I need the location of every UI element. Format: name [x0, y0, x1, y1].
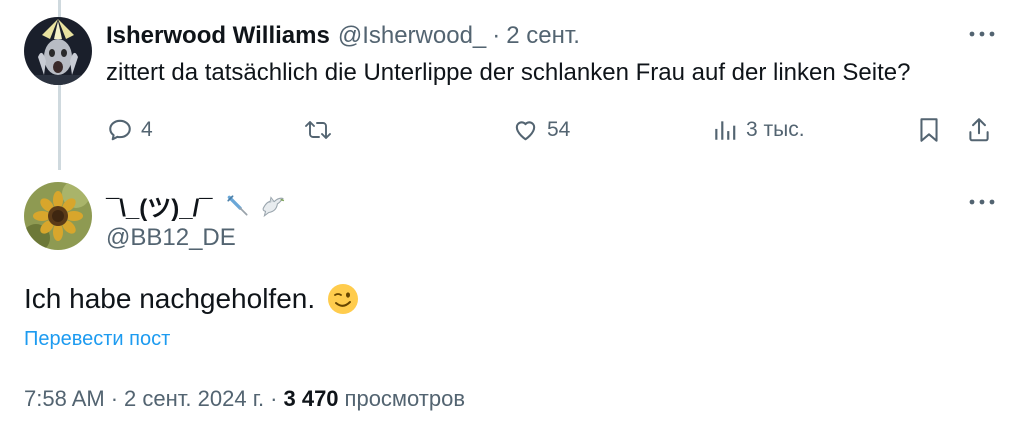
repost-icon	[305, 121, 331, 139]
comment-icon	[109, 119, 131, 141]
post-views-count: 3 470	[283, 386, 339, 411]
like-count: 54	[547, 118, 571, 141]
post-author-name-text: ¯\_(ツ)_/¯	[106, 195, 213, 222]
avatar-image	[24, 182, 92, 250]
bookmark-icon	[920, 118, 938, 142]
reply-text: zittert da tatsächlich die Unterlippe de…	[106, 59, 911, 86]
post-views-label: просмотров	[344, 386, 466, 411]
winking-face-icon	[327, 283, 359, 315]
heart-icon	[515, 121, 536, 141]
more-options-button[interactable]	[962, 190, 1002, 214]
reply-count: 4	[141, 118, 153, 141]
more-options-button[interactable]	[962, 22, 1002, 46]
reply-author-handle[interactable]: @Isherwood_	[338, 22, 486, 50]
views-button[interactable]: 3 тыс.	[712, 116, 805, 144]
share-icon	[969, 118, 989, 142]
post-text: Ich habe nachgeholfen.	[24, 283, 359, 315]
repost-button[interactable]	[304, 116, 332, 144]
translate-post-link[interactable]: Перевести пост	[24, 328, 170, 351]
bookmark-button[interactable]	[916, 116, 942, 144]
separator-dot: ·	[492, 22, 501, 49]
post-text-content: Ich habe nachgeholfen.	[24, 283, 316, 314]
more-dots-icon	[969, 199, 995, 205]
share-button[interactable]	[966, 116, 992, 144]
reply-header: Isherwood Williams @Isherwood_ · 2 сент.	[106, 22, 580, 50]
post-time[interactable]: 7:58 AM	[24, 386, 105, 412]
author-decor	[225, 193, 285, 219]
like-button[interactable]: 54	[512, 116, 570, 144]
post-meta: 7:58 AM · 2 сент. 2024 г. · 3 470 просмо…	[24, 386, 465, 412]
dove-icon	[262, 195, 284, 217]
avatar-image	[24, 17, 92, 85]
post-author-name[interactable]: ¯\_(ツ)_/¯	[106, 188, 285, 223]
views-chart-icon	[715, 121, 736, 140]
reply-date[interactable]: 2 сент.	[506, 22, 580, 50]
reply-author-name[interactable]: Isherwood Williams	[106, 22, 330, 50]
syringe-icon	[226, 194, 248, 216]
avatar[interactable]	[24, 17, 92, 85]
more-dots-icon	[969, 31, 995, 37]
avatar[interactable]	[24, 182, 92, 250]
reply-button[interactable]: 4	[107, 116, 153, 144]
separator-dot: ·	[270, 386, 278, 411]
views-count-short: 3 тыс.	[746, 118, 805, 141]
post-date[interactable]: 2 сент. 2024 г.	[124, 386, 264, 412]
post-author-handle[interactable]: @BB12_DE	[106, 224, 236, 252]
separator-dot: ·	[110, 386, 119, 411]
